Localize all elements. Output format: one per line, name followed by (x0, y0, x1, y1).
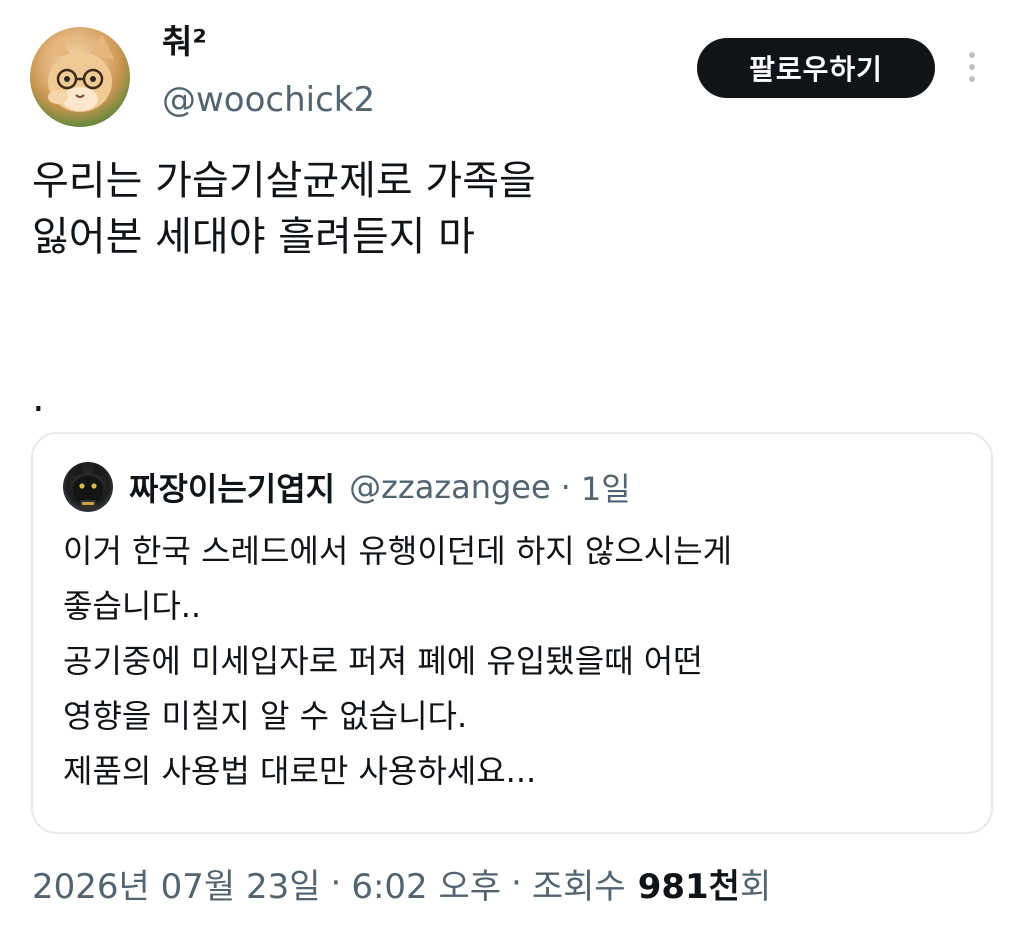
quoted-tweet-card[interactable]: 짜장이는기엽지 @zzazangee · 1일 이거 한국 스레드에서 유행이던… (31, 432, 993, 834)
tweet-line: 잃어본 세대야 흘려듣지 마 (32, 214, 475, 260)
quote-author-avatar[interactable] (63, 462, 113, 512)
quote-line: 영향을 미칠지 알 수 없습니다. (63, 697, 468, 735)
more-options-icon[interactable] (957, 46, 987, 88)
quote-author-handle[interactable]: @zzazangee (349, 468, 551, 506)
black-cat-avatar-icon (73, 464, 103, 510)
quote-separator: · (560, 468, 571, 506)
cat-with-glasses-avatar-icon (48, 35, 114, 112)
quote-author-display-name[interactable]: 짜장이는기엽지 (129, 464, 335, 510)
tweet-meta: 2026년 07월 23일 · 6:02 오후 · 조회수 981천 회 (32, 858, 771, 908)
quote-header: 짜장이는기엽지 @zzazangee · 1일 (129, 462, 631, 512)
tweet-trailing-text: . (32, 375, 45, 421)
tweet-date[interactable]: 2026년 07월 23일 (32, 859, 321, 908)
quote-text: 이거 한국 스레드에서 유행이던데 하지 않으시는게 좋습니다.. 공기중에 미… (63, 524, 963, 799)
meta-separator: · (330, 863, 342, 903)
quote-line: 좋습니다.. (63, 587, 202, 625)
views-suffix: 회 (739, 866, 772, 907)
author-handle[interactable]: @woochick2 (162, 78, 375, 122)
views-count: 981천 (637, 866, 740, 907)
tweet-text: 우리는 가습기살균제로 가족을 잃어본 세대야 흘려듣지 마 (32, 153, 992, 265)
views-label: 조회수 (531, 866, 626, 907)
author-avatar[interactable] (30, 27, 130, 127)
author-display-name[interactable]: 춰² (162, 22, 207, 62)
tweet-time[interactable]: 6:02 오후 (351, 859, 501, 908)
quote-line: 공기중에 미세입자로 퍼져 폐에 유입됐을때 어떤 (63, 642, 703, 680)
quote-line: 이거 한국 스레드에서 유행이던데 하지 않으시는게 (63, 532, 733, 570)
follow-button[interactable]: 팔로우하기 (697, 38, 935, 98)
quote-line: 제품의 사용법 대로만 사용하세요... (63, 752, 537, 790)
tweet-line: 우리는 가습기살균제로 가족을 (32, 158, 536, 204)
meta-separator: · (511, 863, 522, 903)
quote-timestamp[interactable]: 1일 (581, 464, 631, 510)
